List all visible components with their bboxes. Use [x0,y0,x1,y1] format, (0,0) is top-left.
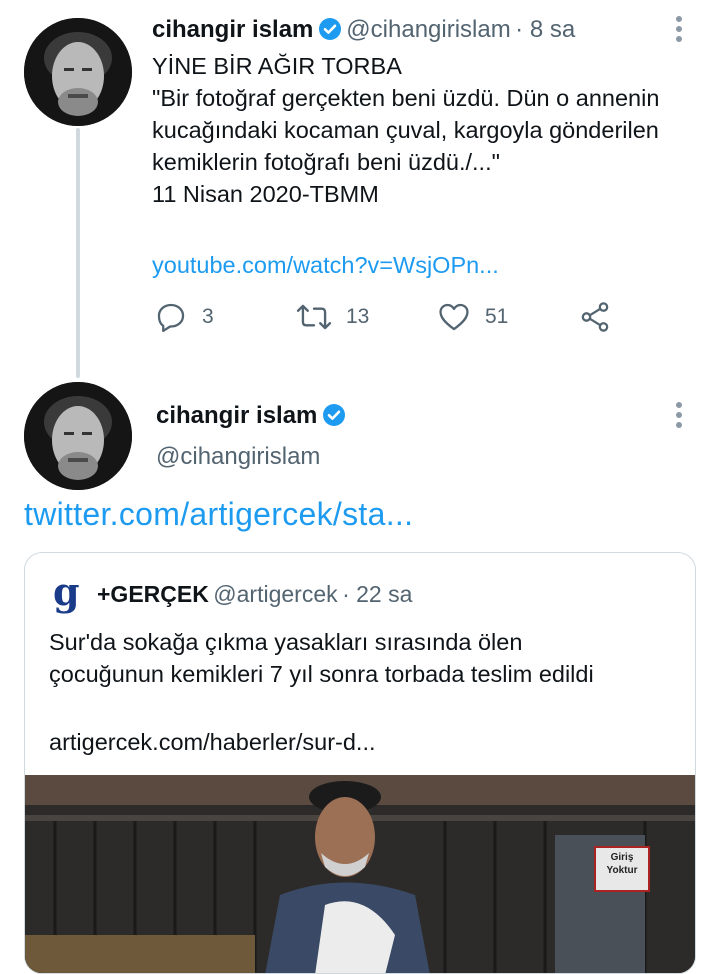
photo-sign: Giriş Yoktur [606,852,638,876]
quote-author-handle[interactable]: @artigercek [213,581,337,607]
tweet-text-line: 11 Nisan 2020-TBMM [152,181,379,207]
author-name[interactable]: cihangir islam [152,16,313,43]
author-name[interactable]: cihangir islam [156,402,317,429]
reply-icon [157,303,185,333]
quote-photo[interactable]: Giriş Yoktur [25,775,695,973]
quote-text-line: çocuğunun kemikleri 7 yıl sonra torbada … [49,661,594,687]
quote-author-name[interactable]: +GERÇEK [97,581,209,607]
quote-text-line: Sur'da sokağa çıkma yasakları sırasında … [49,629,523,655]
tweet-text-line: kucağındaki kocaman çuval, kargoyla gönd… [152,117,659,143]
quote-text: Sur'da sokağa çıkma yasakları sırasında … [49,626,679,690]
quoted-tweet-card[interactable]: g +GERÇEK @artigercek · 22 sa Sur'da sok… [24,552,696,974]
avatar[interactable] [24,18,132,126]
tweet-link[interactable]: twitter.com/artigercek/sta... [24,496,413,533]
tweet-text-line: YİNE BİR AĞIR TORBA [152,53,402,79]
retweet-icon [296,304,332,330]
more-options-icon[interactable] [674,16,684,46]
reply-button[interactable]: 3 [154,300,214,334]
retweet-button[interactable]: 13 [296,300,369,334]
author-handle[interactable]: @cihangirislam [346,16,510,43]
tweet-time[interactable]: · 8 sa [515,16,575,43]
quote-link[interactable]: artigercek.com/haberler/sur-d... [49,726,376,758]
gercek-logo-icon: g [53,569,80,614]
verified-badge-icon [318,18,341,40]
like-button[interactable]: 51 [437,300,508,334]
quote-time[interactable]: · 22 sa [342,581,412,607]
tweet-link[interactable]: youtube.com/watch?v=WsjOPn... [152,249,499,281]
quote-header: +GERÇEK @artigercek · 22 sa [97,581,412,608]
retweet-count: 13 [346,305,370,328]
tweet-header: cihangir islam @cihangirislam · 8 sa [152,16,575,44]
heart-icon [439,303,469,331]
more-options-icon[interactable] [674,402,684,432]
avatar[interactable] [24,382,132,490]
share-button[interactable] [578,300,612,334]
share-icon [581,302,609,332]
author-handle[interactable]: @cihangirislam [156,443,320,471]
like-count: 51 [485,305,509,328]
tweet-text: YİNE BİR AĞIR TORBA "Bir fotoğraf gerçek… [152,50,697,210]
verified-badge-icon [322,404,345,426]
thread-connector-line [76,128,80,378]
reply-count: 3 [202,305,214,328]
tweet-header: cihangir islam [156,402,346,430]
tweet-text-line: kemiklerin fotoğrafı beni üzdü./..." [152,149,500,175]
tweet-text-line: "Bir fotoğraf gerçekten beni üzdü. Dün o… [152,85,660,111]
